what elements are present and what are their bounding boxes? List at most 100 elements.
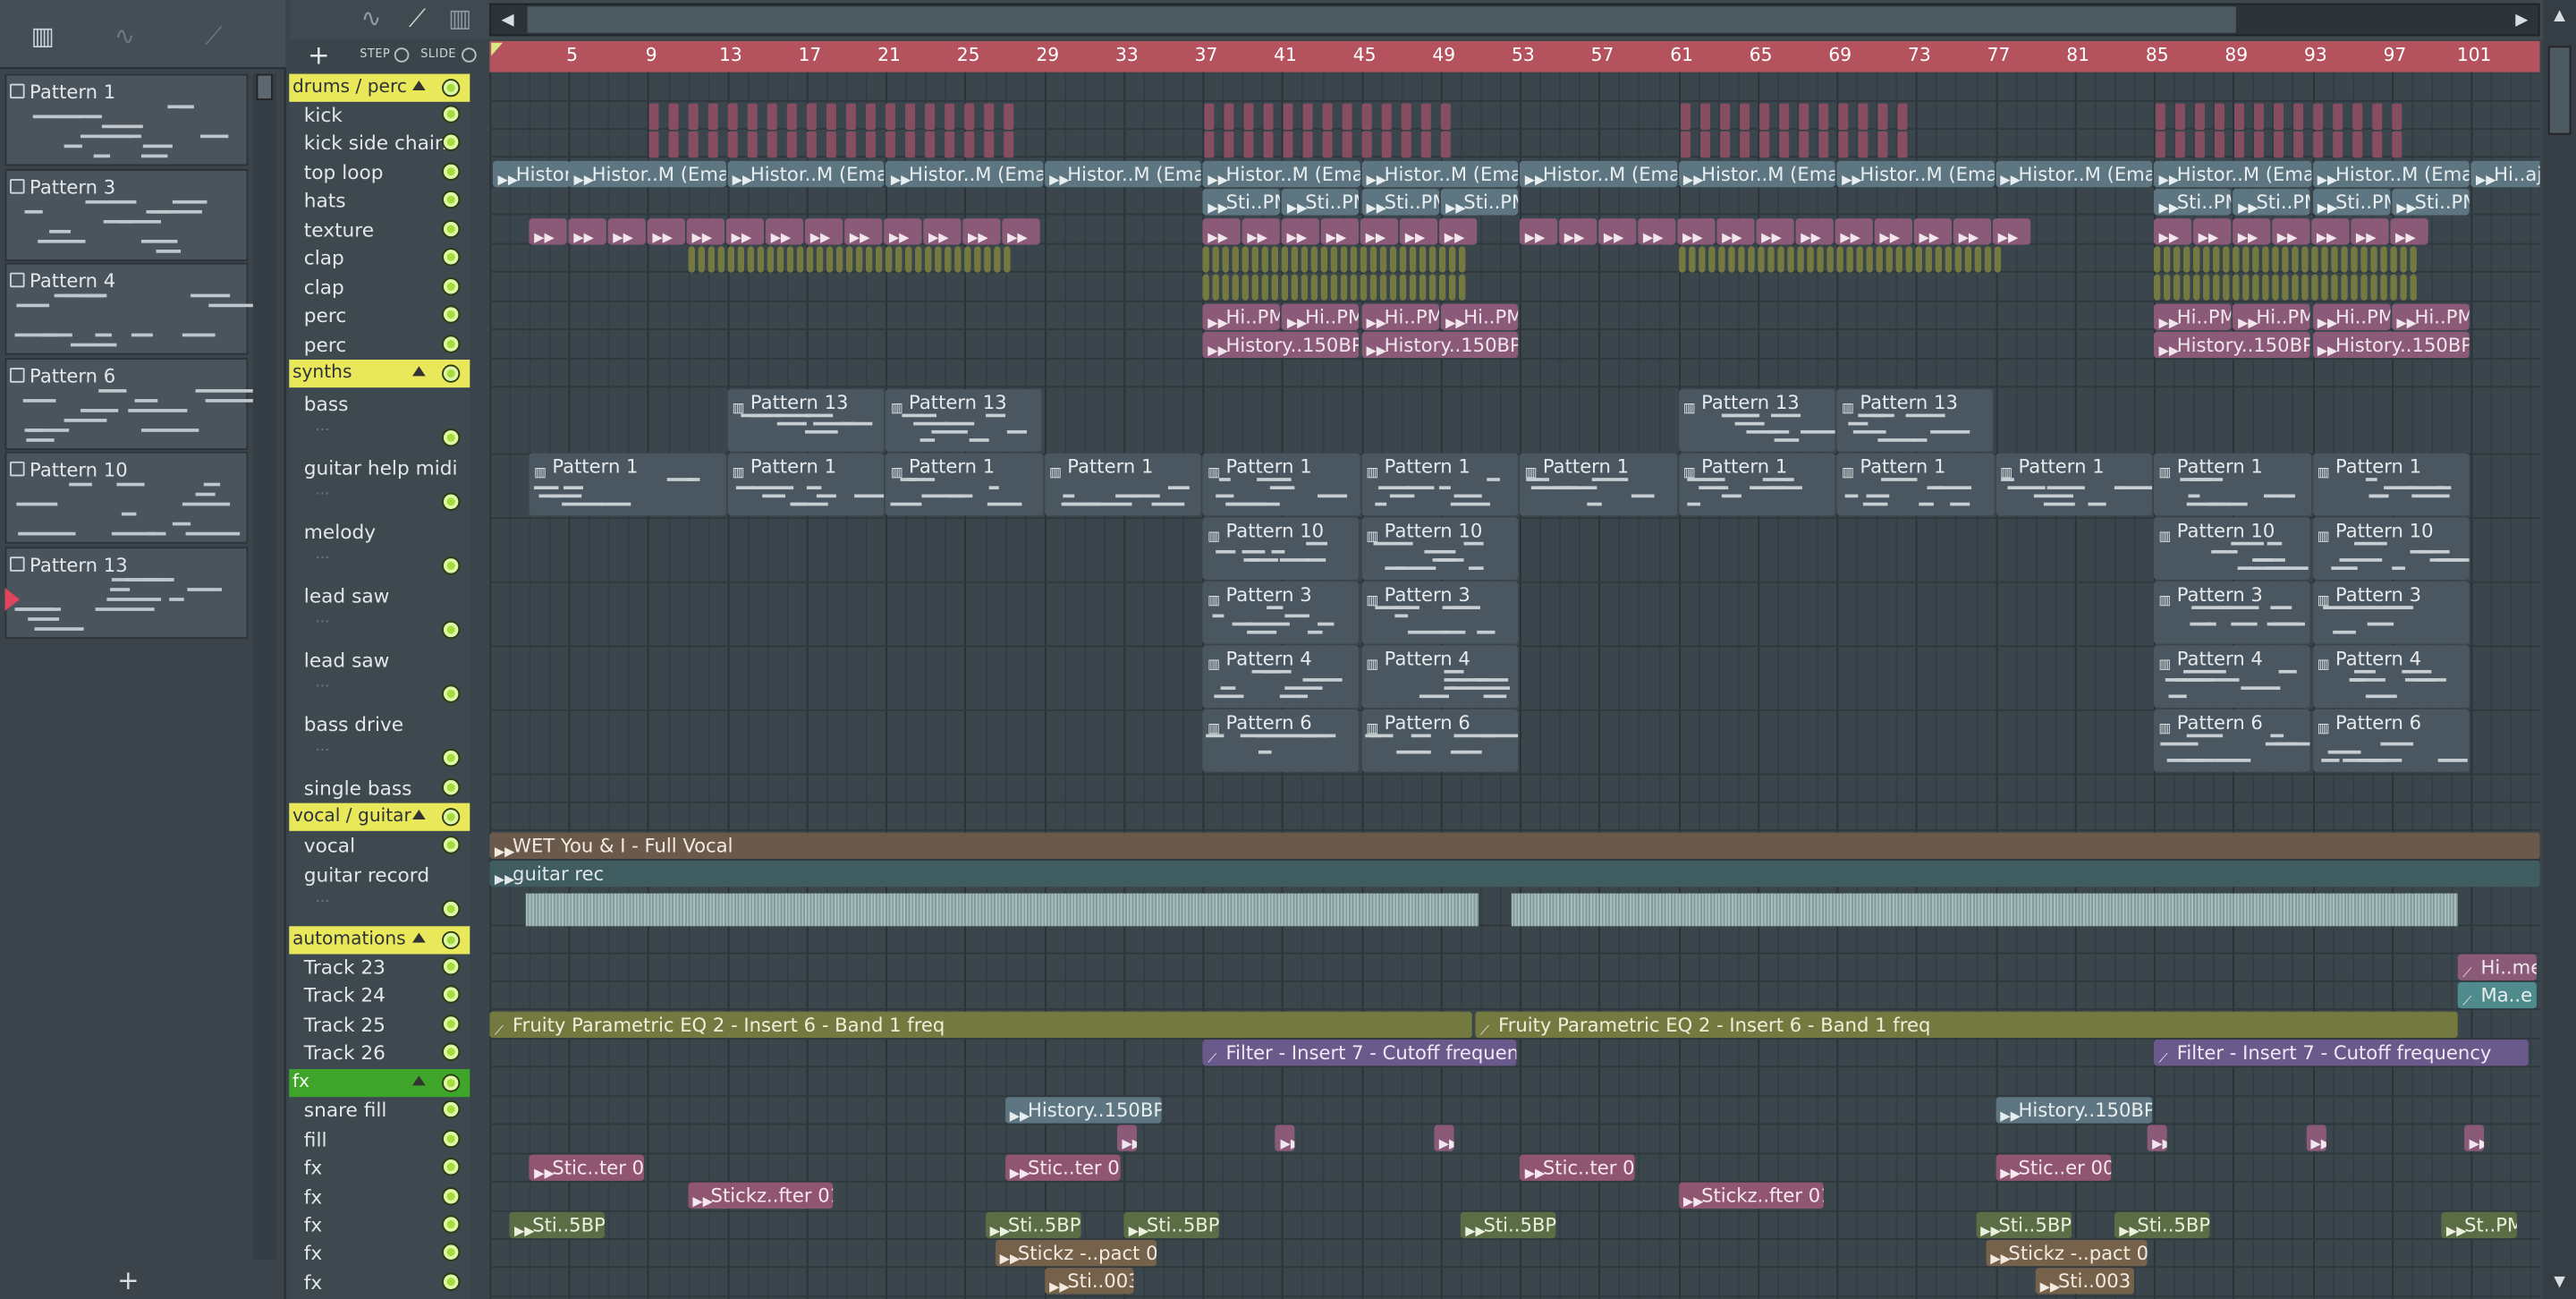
kick-clip[interactable] — [1263, 103, 1274, 131]
automation-icon[interactable]: ⟋ — [191, 21, 236, 57]
track-bass_drive[interactable]: bass drive... — [289, 709, 470, 774]
clap-clip[interactable] — [2242, 246, 2250, 273]
fx-clip[interactable]: ▶▶Sti..5BPM — [1123, 1211, 1219, 1239]
clap-clip[interactable] — [1232, 274, 1240, 301]
fx-clip[interactable]: ▶▶ Sti..003 — [1044, 1268, 1133, 1295]
clap-clip[interactable] — [1271, 274, 1279, 301]
pattern-clip[interactable]: Pattern 6 ▥ — [2312, 709, 2469, 772]
kick-clip[interactable] — [1877, 131, 1887, 158]
track-mute-led[interactable] — [442, 899, 461, 919]
track-mute-led[interactable] — [442, 778, 461, 797]
kick-clip[interactable] — [689, 103, 699, 131]
pattern-clip[interactable]: Pattern 3 ▥ — [2154, 581, 2310, 644]
kick-clip[interactable] — [1778, 131, 1789, 158]
clap-clip[interactable] — [796, 246, 803, 273]
track-track26[interactable]: Track 26 — [289, 1038, 470, 1066]
clap-clip[interactable] — [1222, 274, 1230, 301]
kick-clip[interactable] — [1224, 131, 1234, 158]
kick-clip[interactable] — [1857, 103, 1868, 131]
clap-clip[interactable] — [2390, 274, 2397, 301]
clap-clip[interactable] — [2193, 274, 2200, 301]
group-mute-led[interactable] — [442, 79, 461, 98]
clap-clip[interactable] — [1459, 274, 1466, 301]
clap-clip[interactable] — [1410, 246, 1417, 273]
kick-clip[interactable] — [945, 103, 956, 131]
clap-clip[interactable] — [2360, 246, 2368, 273]
track-mute-led[interactable] — [442, 556, 461, 575]
clap-clip[interactable] — [1984, 246, 1991, 273]
pattern-picker-item[interactable]: Pattern 13 — [4, 547, 249, 640]
texture-clip[interactable]: ▶▶ — [529, 218, 567, 245]
texture-clip[interactable]: ▶▶ — [2351, 218, 2389, 245]
guitar-clip[interactable]: ▶▶ guitar rec — [489, 860, 2540, 887]
clap-clip[interactable] — [1776, 246, 1784, 273]
texture-clip[interactable]: ▶▶ — [607, 218, 647, 245]
clap-clip[interactable] — [953, 246, 961, 273]
kick-clip[interactable] — [748, 103, 758, 131]
kick-clip[interactable] — [2313, 103, 2324, 131]
texture-clip[interactable]: ▶▶ — [686, 218, 725, 245]
perc-clip[interactable]: ▶▶ Hi..PM — [2154, 303, 2232, 330]
texture-clip[interactable]: ▶▶ — [766, 218, 804, 245]
track-fx1[interactable]: fx — [289, 1153, 470, 1181]
kick-clip[interactable] — [1739, 103, 1750, 131]
pattern-clip[interactable]: Pattern 1 ▥ — [1044, 453, 1201, 516]
kick-clip[interactable] — [1302, 103, 1313, 131]
clap-clip[interactable] — [1449, 274, 1456, 301]
picker-scrollbar[interactable] — [252, 73, 276, 1260]
kick-clip[interactable] — [1402, 103, 1412, 131]
clap-clip[interactable] — [1439, 274, 1446, 301]
track-track23[interactable]: Track 23 — [289, 953, 470, 981]
clap-clip[interactable] — [1410, 274, 1417, 301]
scroll-up-icon[interactable]: ▲ — [2546, 4, 2572, 30]
step-toggle[interactable] — [394, 47, 410, 63]
fx-clip[interactable]: ▶▶Sti..5BPM — [985, 1211, 1080, 1239]
kick-clip[interactable] — [2293, 103, 2304, 131]
kick-clip[interactable] — [925, 103, 936, 131]
clap-clip[interactable] — [1241, 246, 1250, 273]
top-loop-clip[interactable]: ▶▶Histor..M (Emaj) — [493, 160, 571, 188]
clap-clip[interactable] — [993, 246, 1000, 273]
group-mute-led[interactable] — [442, 364, 461, 383]
kick-clip[interactable] — [2293, 131, 2304, 158]
kick-clip[interactable] — [2174, 103, 2185, 131]
track-mute-led[interactable] — [442, 1158, 461, 1176]
kick-clip[interactable] — [1421, 103, 1432, 131]
track-mute-led[interactable] — [442, 957, 461, 976]
top-loop-clip[interactable]: ▶▶Histor..M (Emaj) — [1836, 160, 1994, 188]
track-bass[interactable]: bass... — [289, 389, 470, 454]
pattern-clip-icon[interactable]: ▥ — [440, 4, 479, 39]
hats-clip[interactable]: ▶▶Sti..PM — [2312, 189, 2390, 216]
track-group-vocal[interactable]: vocal / guitar — [289, 802, 470, 831]
texture-clip[interactable]: ▶▶ — [647, 218, 686, 245]
kick-clip[interactable] — [1680, 131, 1690, 158]
kick-clip[interactable] — [1896, 131, 1907, 158]
clap-clip[interactable] — [2400, 246, 2407, 273]
snare-fill-clip[interactable]: ▶▶History..150BPM — [1004, 1097, 1161, 1124]
collapse-icon[interactable] — [412, 809, 426, 819]
track-mute-led[interactable] — [442, 1243, 461, 1261]
pattern-clip[interactable]: Pattern 1 ▥ — [1360, 453, 1519, 516]
kick-clip[interactable] — [1798, 131, 1809, 158]
kick-clip[interactable] — [1818, 103, 1828, 131]
clap-clip[interactable] — [2292, 246, 2299, 273]
clap-clip[interactable] — [1202, 246, 1210, 273]
automation-clip[interactable]: ⟋ Hi..me — [2457, 954, 2537, 981]
clap-clip[interactable] — [767, 246, 774, 273]
kick-clip[interactable] — [1243, 103, 1254, 131]
clap-clip[interactable] — [756, 246, 764, 273]
clap-clip[interactable] — [1678, 246, 1685, 273]
clap-clip[interactable] — [1727, 246, 1734, 273]
clap-clip[interactable] — [2360, 274, 2368, 301]
texture-clip[interactable]: ▶▶ — [1953, 218, 1992, 245]
scroll-down-icon[interactable]: ▼ — [2546, 1269, 2572, 1295]
track-mute-led[interactable] — [442, 219, 461, 239]
pattern-clip[interactable]: Pattern 1 ▥ — [1678, 453, 1835, 516]
texture-clip[interactable]: ▶▶ — [844, 218, 883, 245]
clap-clip[interactable] — [865, 246, 872, 273]
kick-clip[interactable] — [2352, 103, 2363, 131]
clap-clip[interactable] — [1757, 246, 1764, 273]
clap-clip[interactable] — [1747, 246, 1754, 273]
pattern-picker-item[interactable]: Pattern 6 — [4, 357, 254, 450]
perc-history-clip[interactable]: ▶▶History..150BPM — [2312, 331, 2469, 359]
